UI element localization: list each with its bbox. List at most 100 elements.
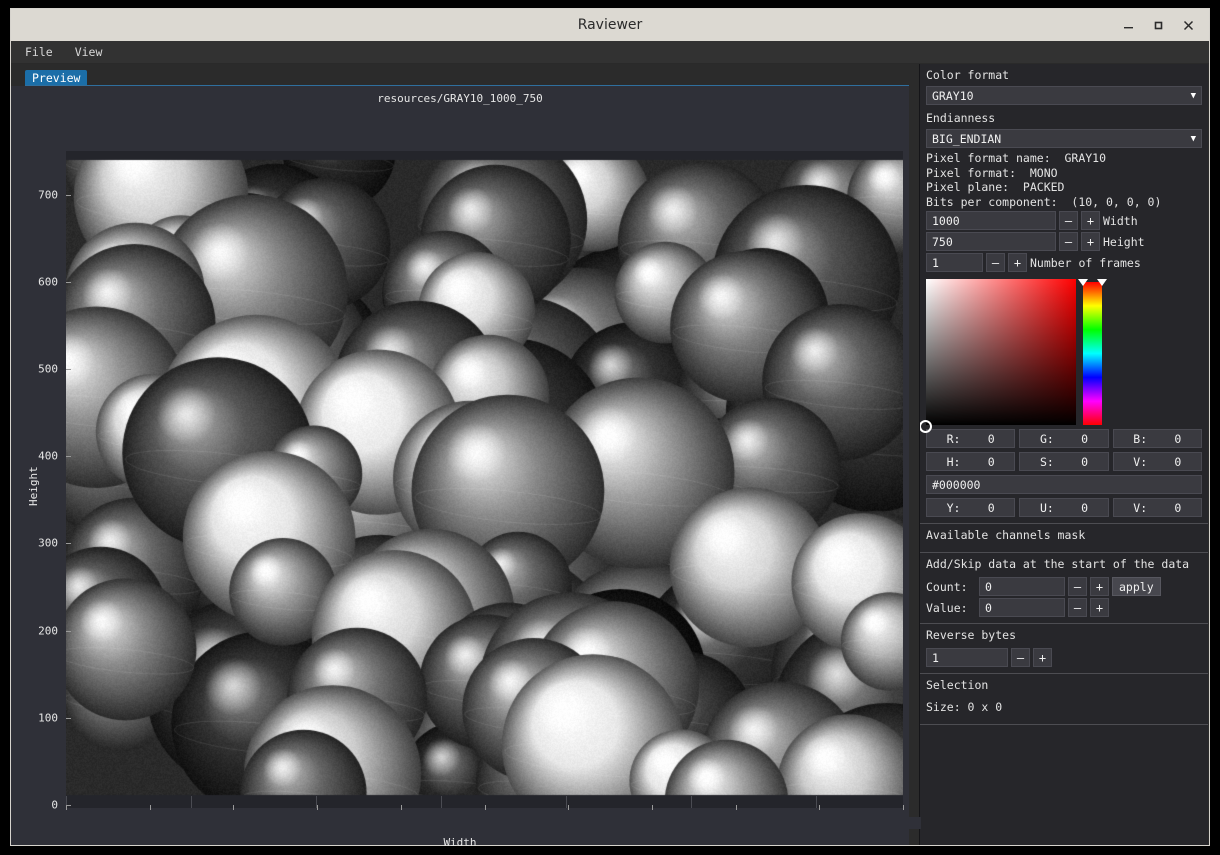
saturation-value-field[interactable] bbox=[920, 279, 1076, 433]
y-tick-label: 300 bbox=[38, 536, 58, 550]
color-y-value: 0 bbox=[987, 500, 995, 515]
color-v-name: V: bbox=[1133, 454, 1148, 469]
color-h-value: 0 bbox=[987, 454, 995, 469]
preview-image[interactable] bbox=[66, 151, 903, 805]
height-row: 750 – + Height bbox=[926, 232, 1202, 251]
color-y-name: Y: bbox=[946, 500, 961, 515]
selection-size: Size: 0 x 0 bbox=[926, 700, 1003, 714]
color-u-name: U: bbox=[1039, 500, 1054, 515]
x-tick-mark bbox=[735, 805, 737, 810]
width-row: 1000 – + Width bbox=[926, 211, 1202, 230]
value-increment-button[interactable]: + bbox=[1090, 598, 1109, 617]
height-decrement-button[interactable]: – bbox=[1059, 232, 1078, 251]
hex-color-input[interactable]: #000000 bbox=[926, 475, 1202, 494]
app-window: Raviewer File View Preview resources/GRA… bbox=[10, 8, 1210, 849]
chevron-down-icon: ▼ bbox=[1190, 133, 1196, 144]
endianness-value: BIG_ENDIAN bbox=[932, 131, 1002, 146]
count-increment-button[interactable]: + bbox=[1090, 577, 1109, 596]
color-format-select[interactable]: GRAY10 ▼ bbox=[926, 86, 1202, 105]
color-picker[interactable] bbox=[920, 277, 1202, 433]
frames-increment-button[interactable]: + bbox=[1008, 253, 1027, 272]
window-controls bbox=[1113, 9, 1203, 41]
info-pixel-plane: Pixel plane: PACKED bbox=[926, 180, 1065, 194]
color-format-value: GRAY10 bbox=[932, 88, 974, 103]
width-input[interactable]: 1000 bbox=[926, 211, 1056, 230]
close-button[interactable] bbox=[1173, 10, 1203, 40]
y-tick-label: 200 bbox=[38, 624, 58, 638]
reverse-bytes-input[interactable]: 1 bbox=[926, 648, 1008, 667]
x-axis-label: Width bbox=[443, 836, 477, 849]
y-axis-label: Height bbox=[27, 466, 40, 506]
height-increment-button[interactable]: + bbox=[1081, 232, 1100, 251]
frames-input[interactable]: 1 bbox=[926, 253, 983, 272]
value-input[interactable]: 0 bbox=[979, 598, 1065, 617]
count-input[interactable]: 0 bbox=[979, 577, 1065, 596]
frames-row: 1 – + Number of frames bbox=[926, 253, 1202, 272]
info-pixel-format-name: Pixel format name: GRAY10 bbox=[926, 151, 1107, 165]
color-y-field[interactable]: Y: 0 bbox=[926, 498, 1016, 517]
channels-mask-label: Available channels mask bbox=[926, 528, 1086, 542]
color-s-value: 0 bbox=[1081, 454, 1089, 469]
hue-marker-right-icon bbox=[1097, 279, 1107, 286]
x-tick-mark bbox=[651, 805, 653, 810]
x-tick-mark bbox=[819, 805, 821, 810]
color-v2-field[interactable]: V: 0 bbox=[1112, 498, 1202, 517]
color-v-field[interactable]: V: 0 bbox=[1112, 452, 1202, 471]
endianness-select[interactable]: BIG_ENDIAN ▼ bbox=[926, 129, 1202, 148]
color-b-value: 0 bbox=[1174, 431, 1182, 446]
frames-decrement-button[interactable]: – bbox=[986, 253, 1005, 272]
frames-label: Number of frames bbox=[1030, 255, 1141, 270]
y-tick-mark bbox=[66, 456, 71, 458]
y-tick-mark bbox=[66, 281, 71, 283]
color-r-name: R: bbox=[946, 431, 961, 446]
title-bar: Raviewer bbox=[11, 9, 1209, 41]
apply-button[interactable]: apply bbox=[1112, 577, 1161, 596]
plot-axes[interactable] bbox=[66, 151, 903, 805]
color-r-value: 0 bbox=[987, 431, 995, 446]
menu-item-file[interactable]: File bbox=[25, 41, 53, 63]
color-u-field[interactable]: U: 0 bbox=[1019, 498, 1109, 517]
color-h-field[interactable]: H: 0 bbox=[926, 452, 1016, 471]
y-tick-label: 0 bbox=[51, 798, 58, 812]
sv-cursor-handle[interactable] bbox=[920, 420, 932, 433]
y-tick-mark bbox=[66, 194, 71, 196]
bottom-strip bbox=[11, 817, 921, 829]
color-v-value: 0 bbox=[1174, 454, 1182, 469]
reverse-bytes-decrement-button[interactable]: – bbox=[1011, 648, 1030, 667]
value-label: Value: bbox=[926, 600, 968, 615]
x-tick-mark bbox=[317, 805, 319, 810]
width-increment-button[interactable]: + bbox=[1081, 211, 1100, 230]
height-label: Height bbox=[1103, 234, 1145, 249]
color-g-field[interactable]: G: 0 bbox=[1019, 429, 1109, 448]
chevron-down-icon: ▼ bbox=[1190, 90, 1196, 101]
height-input[interactable]: 750 bbox=[926, 232, 1056, 251]
menu-item-view[interactable]: View bbox=[75, 41, 103, 63]
minimize-button[interactable] bbox=[1113, 10, 1143, 40]
maximize-button[interactable] bbox=[1143, 10, 1173, 40]
color-v2-name: V: bbox=[1133, 500, 1148, 515]
value-decrement-button[interactable]: – bbox=[1068, 598, 1087, 617]
tab-bar: Preview bbox=[11, 64, 909, 87]
divider bbox=[920, 724, 1208, 725]
x-tick-mark bbox=[233, 805, 235, 810]
hsv-row: H: 0 S: 0 V: 0 bbox=[926, 452, 1202, 471]
y-tick-label: 100 bbox=[38, 711, 58, 725]
reverse-bytes-increment-button[interactable]: + bbox=[1033, 648, 1052, 667]
color-s-field[interactable]: S: 0 bbox=[1019, 452, 1109, 471]
color-b-field[interactable]: B: 0 bbox=[1112, 429, 1202, 448]
y-tick-label: 500 bbox=[38, 362, 58, 376]
width-decrement-button[interactable]: – bbox=[1059, 211, 1078, 230]
grid-line bbox=[191, 796, 192, 808]
y-tick-label: 400 bbox=[38, 449, 58, 463]
color-v2-value: 0 bbox=[1174, 500, 1182, 515]
color-r-field[interactable]: R: 0 bbox=[926, 429, 1016, 448]
count-decrement-button[interactable]: – bbox=[1068, 577, 1087, 596]
x-tick-mark bbox=[400, 805, 402, 810]
plot-canvas[interactable]: resources/GRAY10_1000_750 0 100 200 300 400 5… bbox=[11, 86, 942, 849]
color-u-value: 0 bbox=[1081, 500, 1089, 515]
hue-slider[interactable] bbox=[1083, 282, 1102, 425]
endianness-label: Endianness bbox=[926, 111, 996, 125]
addskip-value-row: Value: 0 – + bbox=[926, 598, 1202, 617]
addskip-label: Add/Skip data at the start of the data bbox=[926, 557, 1190, 571]
color-format-label: Color format bbox=[926, 68, 1010, 82]
